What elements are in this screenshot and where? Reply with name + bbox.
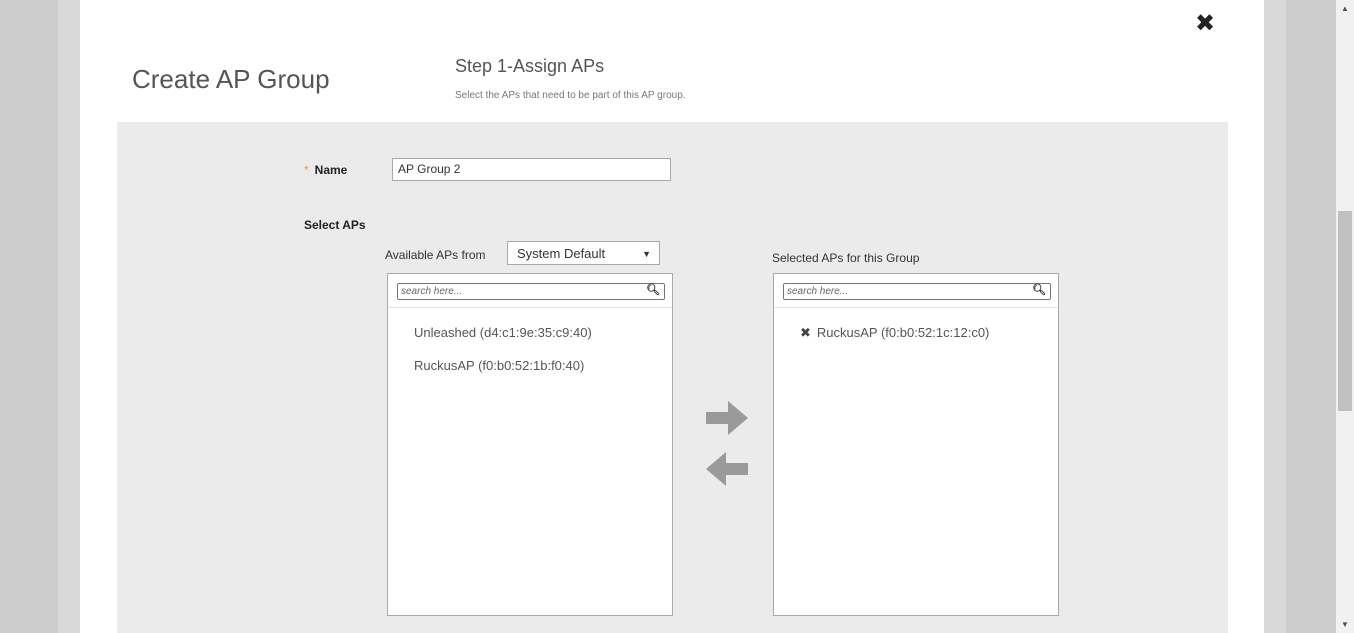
- selected-aps-list: search here... 🔍︎ ✖ RuckusAP (f0:b0:52:1c…: [773, 273, 1059, 616]
- remove-arrow-icon[interactable]: [706, 452, 748, 486]
- background-right-inner: [1264, 0, 1286, 633]
- close-icon[interactable]: ✖: [1195, 10, 1215, 38]
- dropdown-arrow-icon: ▼: [642, 249, 651, 259]
- selected-ap-item[interactable]: ✖ RuckusAP (f0:b0:52:1c:12:c0): [800, 325, 989, 341]
- add-arrow-icon[interactable]: [706, 401, 748, 435]
- available-ap-item[interactable]: RuckusAP (f0:b0:52:1b:f0:40): [414, 358, 584, 373]
- background-left-inner: [58, 0, 80, 633]
- required-marker: *: [304, 163, 309, 177]
- available-aps-list: search here... 🔍︎ Unleashed (d4:c1:9e:35…: [387, 273, 673, 616]
- select-aps-label: Select APs: [304, 218, 366, 232]
- selected-search-input[interactable]: search here... 🔍︎: [783, 283, 1051, 300]
- scroll-thumb[interactable]: [1338, 211, 1352, 411]
- ap-source-value: System Default: [517, 246, 606, 261]
- step-title: Step 1-Assign APs: [455, 56, 605, 76]
- scroll-down-arrow-icon[interactable]: ▼: [1336, 616, 1354, 633]
- list-divider: [774, 307, 1058, 308]
- selected-search-placeholder: search here...: [787, 286, 849, 297]
- create-ap-group-dialog: ✖ Create AP Group Step 1-Assign APs Sele…: [80, 0, 1264, 633]
- form-panel: * Name AP Group 2 Select APs Available AP…: [117, 122, 1228, 633]
- search-icon[interactable]: 🔍︎: [1032, 283, 1046, 298]
- search-icon[interactable]: 🔍︎: [646, 283, 660, 298]
- available-search-placeholder: search here...: [401, 286, 463, 297]
- available-ap-item[interactable]: Unleashed (d4:c1:9e:35:c9:40): [414, 325, 592, 340]
- selected-aps-label: Selected APs for this Group: [772, 251, 920, 265]
- name-label-text: Name: [314, 163, 348, 177]
- selected-ap-label: RuckusAP (f0:b0:52:1c:12:c0): [816, 325, 990, 340]
- ap-source-dropdown[interactable]: System Default ▼: [507, 241, 660, 265]
- scroll-up-arrow-icon[interactable]: ▲: [1336, 0, 1354, 17]
- list-divider: [388, 307, 672, 308]
- remove-item-icon[interactable]: ✖: [800, 325, 811, 340]
- background-left: [0, 0, 58, 633]
- available-search-input[interactable]: search here... 🔍︎: [397, 283, 665, 300]
- name-input[interactable]: AP Group 2: [392, 158, 671, 181]
- dialog-title: Create AP Group: [132, 64, 330, 94]
- page-scrollbar[interactable]: ▲ ▼: [1336, 0, 1354, 633]
- background-right: [1286, 0, 1336, 633]
- step-subtitle: Select the APs that need to be part of t…: [455, 90, 686, 101]
- available-aps-label: Available APs from: [385, 248, 486, 262]
- name-label: * Name: [304, 163, 347, 177]
